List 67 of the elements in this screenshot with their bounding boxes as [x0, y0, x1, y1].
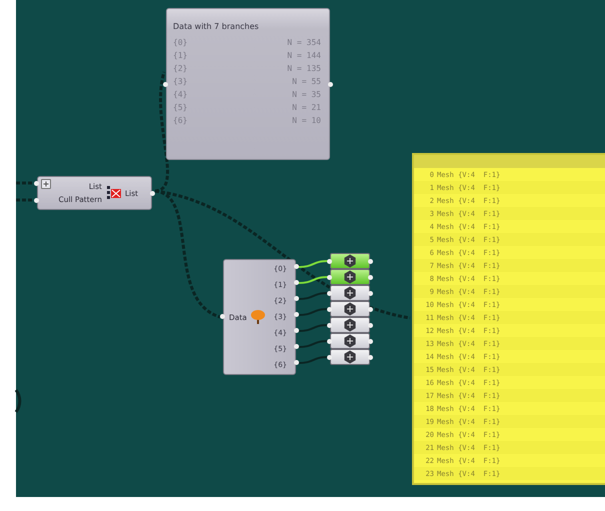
input-grip[interactable]	[327, 274, 332, 280]
hexagon-icon	[343, 286, 357, 300]
output-grip[interactable]	[294, 312, 299, 316]
input-grip[interactable]	[220, 314, 225, 319]
preview-node[interactable]	[330, 253, 370, 269]
branch-count: N = 55	[292, 77, 321, 86]
wire	[14, 389, 22, 413]
branch-count: N = 10	[292, 116, 321, 125]
branch-count: N = 135	[287, 64, 321, 73]
output-grip[interactable]	[368, 290, 373, 296]
hexagon-icon	[343, 350, 357, 364]
input-grip[interactable]	[327, 290, 332, 296]
input-grip[interactable]	[34, 180, 39, 186]
input-grip[interactable]	[163, 82, 168, 87]
output-grip[interactable]	[368, 274, 373, 280]
branch-path: {5}	[173, 103, 188, 112]
output-grip[interactable]	[294, 264, 299, 268]
output-grip[interactable]	[150, 190, 155, 196]
preview-node[interactable]	[330, 317, 370, 333]
hexagon-icon	[343, 254, 357, 268]
wire	[298, 324, 328, 332]
input-grip[interactable]	[327, 338, 332, 344]
branch-path: {2}	[173, 64, 188, 73]
panel-node[interactable]: Data with 7 branches {0} N = 354 {1} N = 144 {2} N = 135 {3} N = 55 {4} N = 35 {5} N = 21 {6} N = 10	[166, 8, 330, 160]
output-grip[interactable]	[328, 82, 333, 87]
branch-path: {4}	[173, 90, 188, 99]
preview-node[interactable]	[330, 349, 370, 365]
output-grip[interactable]	[294, 296, 299, 300]
output-grip[interactable]	[368, 306, 373, 312]
zoom-icon[interactable]	[41, 179, 51, 189]
hexagon-icon	[343, 270, 357, 284]
input-grip[interactable]	[327, 354, 332, 360]
branch-path: {1}	[173, 51, 188, 60]
preview-node[interactable]	[330, 333, 370, 349]
preview-node[interactable]	[330, 269, 370, 285]
branch-path: {3}	[173, 77, 188, 86]
output-grip[interactable]	[368, 354, 373, 360]
cull-icon	[106, 185, 123, 201]
preview-node[interactable]	[330, 285, 370, 301]
output-grip[interactable]	[294, 328, 299, 332]
output-grip[interactable]	[368, 338, 373, 344]
branch-count: N = 21	[292, 103, 321, 112]
panel-title: Data with 7 branches	[173, 22, 260, 31]
wire	[298, 340, 328, 348]
hexagon-icon	[343, 334, 357, 348]
output-grip[interactable]	[294, 360, 299, 364]
output-grip[interactable]	[294, 344, 299, 348]
input-grip[interactable]	[34, 198, 39, 202]
hexagon-icon	[343, 302, 357, 316]
panel-node[interactable]	[412, 153, 605, 485]
preview-node[interactable]	[330, 301, 370, 317]
tree-icon	[250, 309, 266, 325]
branch-path: {6}	[173, 116, 188, 125]
input-grip[interactable]	[327, 322, 332, 328]
input-grip[interactable]	[327, 306, 332, 312]
output-grip[interactable]	[368, 322, 373, 328]
wire	[298, 356, 328, 364]
output-grip[interactable]	[294, 280, 299, 284]
branch-count: N = 144	[287, 51, 321, 60]
wire	[16, 182, 34, 184]
output-grip[interactable]	[368, 258, 373, 264]
branch-count: N = 35	[292, 90, 321, 99]
wire	[16, 198, 34, 202]
input-grip[interactable]	[327, 258, 332, 264]
branch-count: N = 354	[287, 38, 321, 47]
branch-path: {0}	[173, 38, 188, 47]
hexagon-icon	[343, 318, 357, 332]
